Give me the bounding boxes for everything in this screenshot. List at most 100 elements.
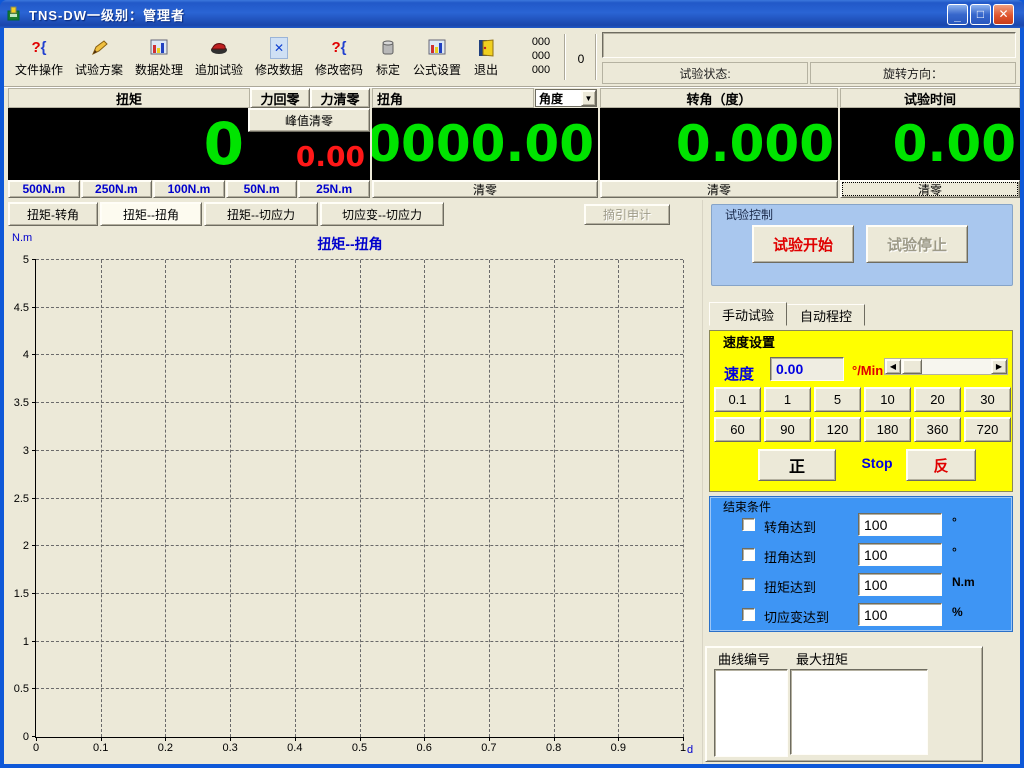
speed-preset-20[interactable]: 20 (914, 387, 961, 412)
v-gridline (101, 260, 102, 737)
twist-reach-checkbox[interactable] (742, 548, 755, 561)
shear-strain-reach-checkbox[interactable] (742, 608, 755, 621)
toolbar-separator (595, 34, 597, 80)
range-100-button[interactable]: 100N.m (153, 180, 225, 198)
torque-reach-checkbox[interactable] (742, 578, 755, 591)
x-tick (360, 737, 361, 741)
x-tick-label: 1 (680, 742, 686, 754)
speed-preset-10[interactable]: 10 (864, 387, 911, 412)
twist-reach-input[interactable] (858, 543, 942, 566)
toolbar-append-test-button[interactable]: 追加试验 (190, 31, 248, 83)
control-panel: 试验控制 试验开始 试验停止 手动试验 自动程控 速度设置 速度 °/Min ◀ (702, 200, 1020, 764)
speed-preset-60[interactable]: 60 (714, 417, 761, 442)
x-tick-label: 0.4 (287, 742, 302, 754)
y-tick (32, 259, 36, 260)
speed-preset-120[interactable]: 120 (814, 417, 861, 442)
speed-input[interactable] (770, 357, 844, 381)
range-50-button[interactable]: 50N.m (226, 180, 298, 198)
end-condition-row: 切应变达到 % (710, 603, 1012, 627)
end-condition-label: 转角达到 (764, 517, 816, 536)
shear-strain-reach-input[interactable] (858, 603, 942, 626)
end-condition-row: 扭角达到 ° (710, 543, 1012, 567)
scroll-right-icon[interactable]: ▶ (991, 359, 1007, 374)
h-gridline (36, 593, 683, 594)
tab-torque-shear-stress[interactable]: 扭矩--切应力 (204, 202, 318, 226)
calibration-icon (380, 37, 396, 59)
test-stop-button[interactable]: 试验停止 (866, 225, 968, 263)
h-gridline (36, 498, 683, 499)
toolbar-formula-button[interactable]: 公式设置 (408, 31, 466, 83)
range-500-button[interactable]: 500N.m (8, 180, 80, 198)
v-gridline (554, 260, 555, 737)
range-250-button[interactable]: 250N.m (81, 180, 153, 198)
time-clear-button[interactable]: 清零 (840, 180, 1020, 198)
torque-reach-input[interactable] (858, 573, 942, 596)
status-block: 试验状态: 旋转方向： (600, 28, 1020, 88)
y-tick-label: 3 (23, 445, 29, 457)
h-gridline (36, 354, 683, 355)
stop-status-label: Stop (844, 455, 910, 471)
peak-clear-button[interactable]: 峰值清零 (248, 108, 370, 132)
tab-torque-rotation[interactable]: 扭矩-转角 (8, 202, 98, 226)
x-tick-label: 0.7 (481, 742, 496, 754)
scrollbar-thumb[interactable] (902, 359, 922, 374)
toolbar-file-ops-button[interactable]: ?{ 文件操作 (10, 31, 68, 83)
y-tick (32, 688, 36, 689)
time-value: 0.00 (840, 108, 1020, 180)
v-gridline (295, 260, 296, 737)
tab-auto-program[interactable]: 自动程控 (787, 304, 865, 326)
x-tick (683, 737, 684, 741)
curve-number-list[interactable] (714, 669, 788, 757)
h-gridline (36, 641, 683, 642)
toolbar-exit-button[interactable]: 退出 (468, 31, 504, 83)
tab-manual-test[interactable]: 手动试验 (709, 302, 787, 326)
tab-torque-twist[interactable]: 扭矩--扭角 (100, 202, 202, 226)
y-tick-label: 1 (23, 636, 29, 648)
speed-preset-90[interactable]: 90 (764, 417, 811, 442)
speed-preset-1[interactable]: 1 (764, 387, 811, 412)
speed-preset-360[interactable]: 360 (914, 417, 961, 442)
max-torque-list[interactable] (790, 669, 928, 755)
x-tick-label: 0.6 (417, 742, 432, 754)
scrollbar-track[interactable] (901, 359, 991, 374)
force-clear-button[interactable]: 力清零 (310, 88, 370, 108)
v-gridline (230, 260, 231, 737)
scroll-left-icon[interactable]: ◀ (885, 359, 901, 374)
test-start-button[interactable]: 试验开始 (752, 225, 854, 263)
torque-header: 扭矩 (8, 88, 250, 108)
speed-unit-label: °/Min (852, 363, 883, 378)
extensometer-button[interactable]: 摘引申计 (584, 204, 670, 225)
speed-preset-0.1[interactable]: 0.1 (714, 387, 761, 412)
close-button[interactable]: ✕ (993, 4, 1014, 25)
tab-shear-strain-stress[interactable]: 切应变--切应力 (320, 202, 444, 226)
toolbar-calibration-button[interactable]: 标定 (370, 31, 406, 83)
speed-preset-5[interactable]: 5 (814, 387, 861, 412)
toolbar-data-process-button[interactable]: 数据处理 (130, 31, 188, 83)
max-torque-header: 最大扭矩 (796, 649, 848, 668)
x-tick (230, 737, 231, 741)
y-tick-label: 2.5 (14, 493, 29, 505)
angle-mode-dropdown[interactable]: 角度 ▼ (535, 89, 597, 107)
twist-value: 0000.00 (372, 108, 598, 180)
formula-icon (428, 37, 446, 59)
toolbar-modify-data-button[interactable]: ✕ 修改数据 (250, 31, 308, 83)
toolbar-test-plan-button[interactable]: 试验方案 (70, 31, 128, 83)
twist-clear-button[interactable]: 清零 (372, 180, 598, 198)
force-zero-button[interactable]: 力回零 (250, 88, 310, 108)
end-condition-row: 扭矩达到 N.m (710, 573, 1012, 597)
reverse-button[interactable]: 反 (906, 449, 976, 481)
title-bar: TNS-DW一级别：管理者 _ □ ✕ (0, 0, 1024, 28)
rotation-reach-checkbox[interactable] (742, 518, 755, 531)
forward-button[interactable]: 正 (758, 449, 836, 481)
chevron-down-icon[interactable]: ▼ (581, 90, 596, 106)
toolbar-change-password-button[interactable]: ?{ 修改密码 (310, 31, 368, 83)
minimize-button[interactable]: _ (947, 4, 968, 25)
speed-preset-720[interactable]: 720 (964, 417, 1011, 442)
speed-scrollbar[interactable]: ◀ ▶ (884, 358, 1008, 375)
rotation-clear-button[interactable]: 清零 (600, 180, 838, 198)
maximize-button[interactable]: □ (970, 4, 991, 25)
rotation-reach-input[interactable] (858, 513, 942, 536)
speed-preset-30[interactable]: 30 (964, 387, 1011, 412)
range-25-button[interactable]: 25N.m (298, 180, 370, 198)
speed-preset-180[interactable]: 180 (864, 417, 911, 442)
